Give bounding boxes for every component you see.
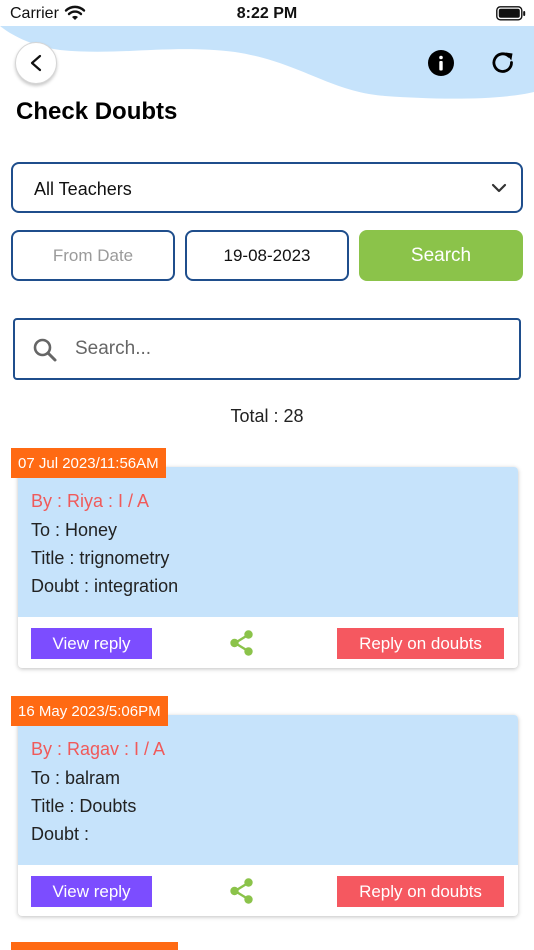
share-icon[interactable] [228, 629, 256, 657]
doubt-by: By : Riya : I / A [31, 491, 150, 511]
doubt-text: Doubt : [31, 824, 90, 844]
doubt-to: To : Honey [31, 520, 118, 540]
doubt-date-tag: 16 May 2023/5:06PM [11, 696, 168, 726]
doubt-card-body: By : Ragav : I / A To : balram Title : D… [18, 715, 518, 865]
doubt-title: Title : Doubts [31, 796, 137, 816]
refresh-icon[interactable] [489, 49, 517, 77]
reply-on-doubts-button[interactable]: Reply on doubts [337, 876, 504, 907]
doubt-text: Doubt : integration [31, 576, 179, 596]
search-bar [13, 318, 521, 380]
doubt-date-tag: 07 Jul 2023/11:56AM [11, 448, 166, 478]
status-bar: Carrier 8:22 PM [0, 0, 534, 28]
search-button[interactable]: Search [359, 230, 523, 281]
teacher-dropdown[interactable]: All Teachers [11, 162, 523, 213]
from-date-field[interactable]: From Date [11, 230, 175, 281]
view-reply-button[interactable]: View reply [31, 628, 152, 659]
to-date-field[interactable]: 19-08-2023 [185, 230, 349, 281]
doubt-card: By : Riya : I / A To : Honey Title : tri… [18, 467, 518, 668]
total-count: Total : 28 [230, 406, 304, 426]
back-icon [30, 54, 42, 72]
doubt-date-tag-partial [11, 942, 178, 950]
page-title: Check Doubts [16, 98, 178, 125]
info-icon[interactable] [427, 49, 455, 77]
teacher-dropdown-value: All Teachers [34, 179, 132, 199]
doubt-to: To : balram [31, 768, 121, 788]
reply-on-doubts-button[interactable]: Reply on doubts [337, 628, 504, 659]
search-icon [33, 338, 57, 362]
doubt-card-body: By : Riya : I / A To : Honey Title : tri… [18, 467, 518, 617]
doubt-card: By : Ragav : I / A To : balram Title : D… [18, 715, 518, 916]
doubt-title: Title : trignometry [31, 548, 170, 568]
share-icon[interactable] [228, 877, 256, 905]
chevron-down-icon [491, 183, 507, 193]
search-input[interactable] [75, 332, 505, 366]
clock: 8:22 PM [236, 5, 298, 22]
doubt-by: By : Ragav : I / A [31, 739, 166, 759]
view-reply-button[interactable]: View reply [31, 876, 152, 907]
back-button[interactable] [15, 42, 57, 84]
battery-icon [496, 6, 526, 21]
